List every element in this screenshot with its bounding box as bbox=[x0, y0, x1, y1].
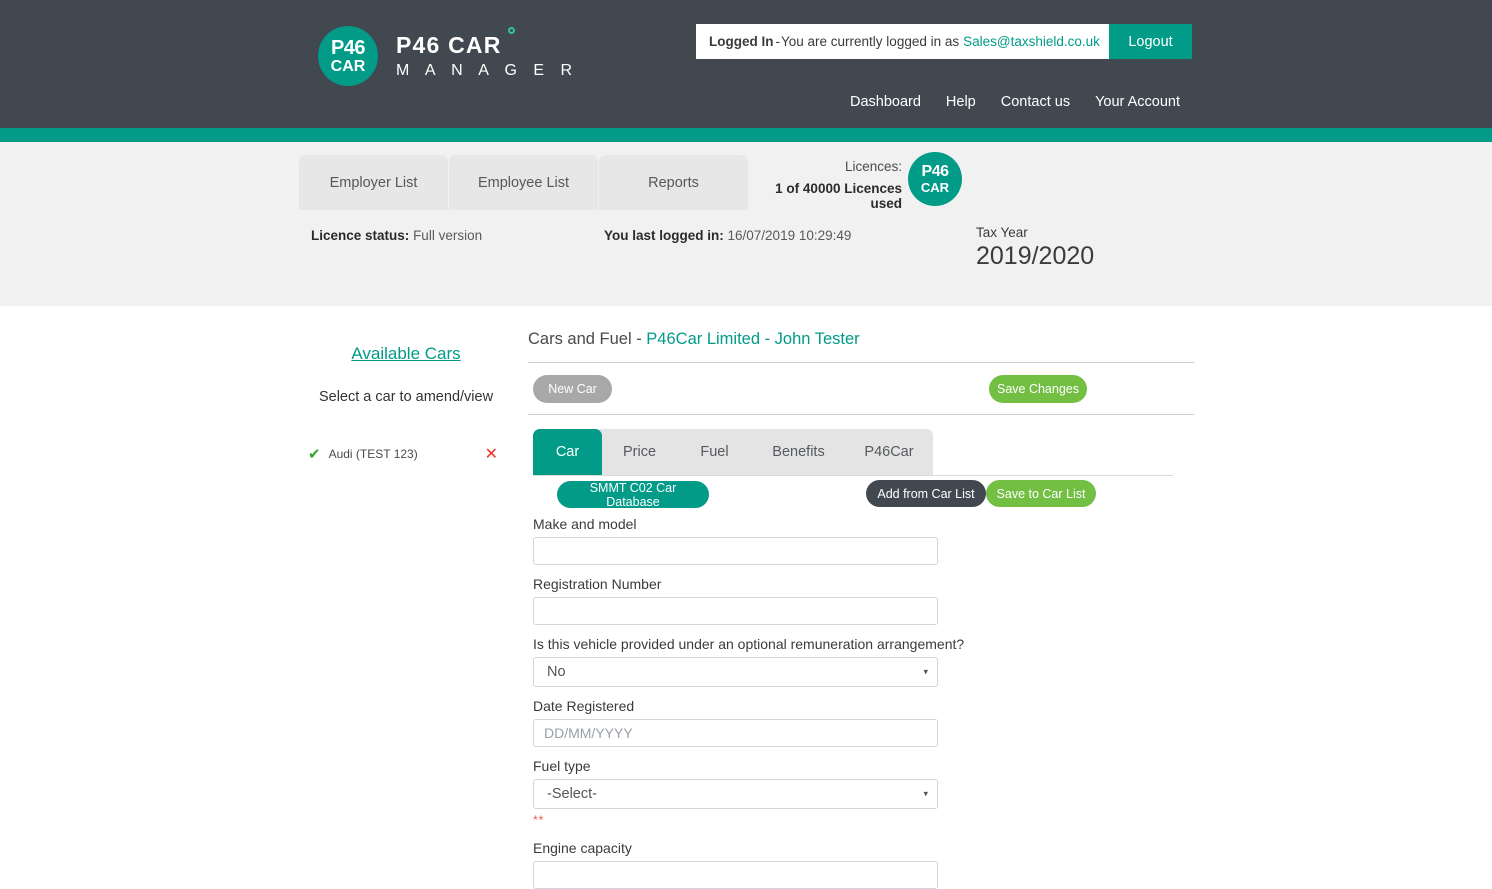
primary-tab-bar: Employer List Employee List Reports bbox=[299, 155, 749, 210]
action-bar: New Car Save Changes bbox=[528, 363, 1194, 415]
login-status-message: Logged In - You are currently logged in … bbox=[696, 24, 1109, 59]
tab-employee-list[interactable]: Employee List bbox=[449, 155, 598, 210]
licences-label: Licences: bbox=[844, 159, 902, 174]
last-login: You last logged in: 16/07/2019 10:29:49 bbox=[604, 228, 851, 243]
tax-year-value: 2019/2020 bbox=[976, 242, 1095, 270]
brand-subtitle: M A N A G E R bbox=[396, 62, 579, 79]
delete-icon[interactable]: ✕ bbox=[485, 444, 498, 464]
fuel-type-required-marker: ** bbox=[533, 813, 545, 827]
engine-capacity-label: Engine capacity bbox=[533, 840, 632, 856]
brand: P46 CAR P46 CAR M A N A G E R bbox=[318, 26, 578, 86]
nav-item-contact-us[interactable]: Contact us bbox=[1001, 94, 1070, 110]
tax-year-label: Tax Year bbox=[976, 225, 1028, 240]
make-and-model-input[interactable] bbox=[533, 537, 938, 565]
tab-p46car[interactable]: P46Car bbox=[845, 429, 933, 475]
available-cars-list: ✔ Audi (TEST 123) ✕ bbox=[299, 443, 513, 465]
car-db-button-row: SMMT C02 Car Database Add from Car List … bbox=[528, 476, 1194, 516]
last-login-value: 16/07/2019 10:29:49 bbox=[727, 228, 852, 243]
licence-status-value: Full version bbox=[413, 228, 483, 243]
site-header: P46 CAR P46 CAR M A N A G E R Logged In … bbox=[0, 0, 1492, 128]
optional-remuneration-value: No bbox=[547, 664, 566, 680]
field-fuel-type: Fuel type -Select- ▾ bbox=[528, 758, 1194, 809]
brand-text: P46 CAR M A N A G E R bbox=[396, 27, 579, 80]
page-title-main: Cars and Fuel - bbox=[528, 330, 647, 348]
main-content: Cars and Fuel - P46Car Limited - John Te… bbox=[528, 306, 1194, 889]
tab-fuel[interactable]: Fuel bbox=[677, 429, 752, 475]
check-icon: ✔ bbox=[308, 446, 321, 463]
tab-reports[interactable]: Reports bbox=[599, 155, 748, 210]
secondary-tab-bar: Car Price Fuel Benefits P46Car bbox=[528, 429, 1194, 476]
save-to-car-list-button[interactable]: Save to Car List bbox=[986, 480, 1096, 507]
available-cars-link[interactable]: Available Cars bbox=[299, 344, 513, 364]
sidebar: Available Cars Select a car to amend/vie… bbox=[299, 306, 513, 465]
login-bar: Logged In - You are currently logged in … bbox=[696, 24, 1192, 59]
licence-badge-line1: P46 bbox=[921, 163, 949, 180]
licence-badge-icon: P46 CAR bbox=[908, 152, 962, 206]
smmt-car-database-button[interactable]: SMMT C02 Car Database bbox=[557, 481, 709, 509]
last-login-label: You last logged in: bbox=[604, 228, 724, 243]
date-registered-label: Date Registered bbox=[533, 698, 635, 714]
field-engine-capacity: Engine capacity bbox=[528, 840, 1194, 889]
degree-circle-icon bbox=[507, 27, 515, 34]
brand-title: P46 CAR bbox=[396, 27, 515, 59]
login-email-link[interactable]: Sales@taxshield.co.uk bbox=[963, 34, 1100, 49]
tab-car[interactable]: Car bbox=[533, 429, 602, 475]
optional-remuneration-label: Is this vehicle provided under an option… bbox=[533, 636, 965, 652]
car-form: SMMT C02 Car Database Add from Car List … bbox=[528, 476, 1194, 889]
date-registered-input[interactable] bbox=[533, 719, 938, 747]
page-body: Available Cars Select a car to amend/vie… bbox=[0, 306, 1492, 889]
nav-item-help[interactable]: Help bbox=[946, 94, 976, 110]
nav-item-dashboard[interactable]: Dashboard bbox=[850, 94, 921, 110]
fuel-type-label: Fuel type bbox=[533, 758, 591, 774]
page-title-sub: P46Car Limited - John Tester bbox=[646, 330, 860, 348]
tax-year: Tax Year 2019/2020 bbox=[976, 225, 1094, 271]
sub-header: Employer List Employee List Reports Lice… bbox=[0, 142, 1492, 306]
registration-number-label: Registration Number bbox=[533, 576, 662, 592]
new-car-button[interactable]: New Car bbox=[533, 374, 612, 403]
select-car-hint: Select a car to amend/view bbox=[318, 389, 494, 405]
licences-summary: Licences: 1 of 40000 Licences used bbox=[755, 159, 902, 211]
tab-benefits[interactable]: Benefits bbox=[752, 429, 845, 475]
fuel-type-value: -Select- bbox=[547, 786, 597, 802]
tab-price[interactable]: Price bbox=[602, 429, 677, 475]
fuel-type-select[interactable]: -Select- ▾ bbox=[533, 779, 938, 809]
login-dash: - bbox=[775, 34, 781, 49]
tab-employer-list[interactable]: Employer List bbox=[299, 155, 448, 210]
login-message-text: You are currently logged in as bbox=[781, 34, 960, 49]
logout-button[interactable]: Logout bbox=[1109, 24, 1192, 59]
field-make-and-model: Make and model bbox=[528, 516, 1194, 565]
licences-value: 1 of 40000 Licences used bbox=[775, 181, 902, 211]
save-changes-button[interactable]: Save Changes bbox=[989, 374, 1087, 403]
accent-bar bbox=[0, 128, 1492, 142]
brand-title-text: P46 CAR bbox=[396, 32, 502, 58]
logo-badge-icon: P46 CAR bbox=[318, 26, 378, 86]
add-from-car-list-button[interactable]: Add from Car List bbox=[866, 480, 986, 507]
list-item[interactable]: ✔ Audi (TEST 123) ✕ bbox=[299, 443, 513, 465]
login-status-label: Logged In bbox=[709, 34, 774, 49]
field-date-registered: Date Registered bbox=[528, 698, 1194, 747]
licence-status: Licence status: Full version bbox=[311, 228, 482, 243]
licence-badge-line2: CAR bbox=[920, 180, 950, 195]
top-navigation: Dashboard Help Contact us Your Account bbox=[850, 94, 1180, 110]
licence-status-label: Licence status: bbox=[311, 228, 410, 243]
logo-badge-line1: P46 bbox=[330, 36, 366, 59]
field-optional-remuneration: Is this vehicle provided under an option… bbox=[528, 636, 1194, 687]
chevron-down-icon: ▾ bbox=[923, 666, 928, 677]
car-name-label[interactable]: Audi (TEST 123) bbox=[329, 447, 418, 461]
nav-item-your-account[interactable]: Your Account bbox=[1095, 94, 1180, 110]
page-title: Cars and Fuel - P46Car Limited - John Te… bbox=[528, 306, 1194, 363]
registration-number-input[interactable] bbox=[533, 597, 938, 625]
chevron-down-icon: ▾ bbox=[923, 788, 928, 799]
optional-remuneration-select[interactable]: No ▾ bbox=[533, 657, 938, 687]
status-row: Licence status: Full version You last lo… bbox=[0, 225, 1492, 288]
logo-badge-line2: CAR bbox=[330, 57, 366, 75]
make-and-model-label: Make and model bbox=[533, 516, 637, 532]
field-registration-number: Registration Number bbox=[528, 576, 1194, 625]
engine-capacity-input[interactable] bbox=[533, 861, 938, 889]
